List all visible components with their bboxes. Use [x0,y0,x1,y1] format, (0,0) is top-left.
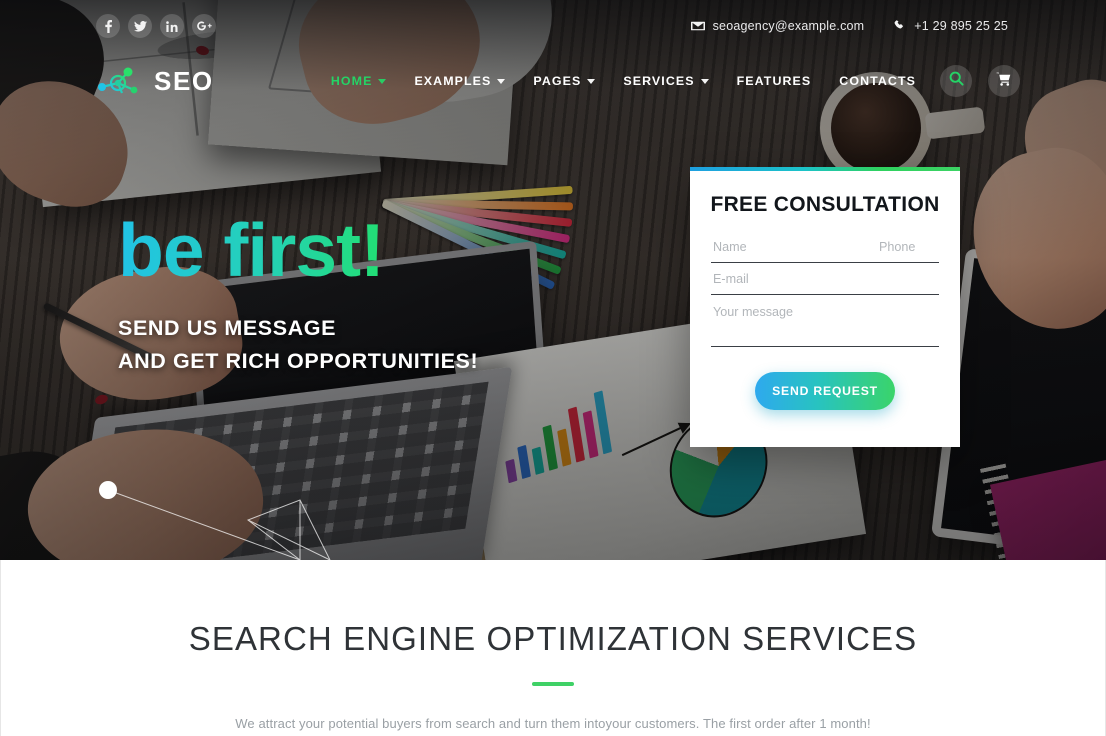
twitter-icon[interactable] [128,14,152,38]
search-button[interactable] [940,65,972,97]
googleplus-icon[interactable] [192,14,216,38]
email-input[interactable] [711,263,939,294]
nav-label: CONTACTS [839,74,916,88]
top-bar: seoagency@example.com +1 29 895 25 25 [0,0,1106,52]
phone-icon [894,20,906,32]
form-title: FREE CONSULTATION [710,193,940,216]
card-gradient-bar [690,167,960,171]
hero-copy: be first! SEND US MESSAGE AND GET RICH O… [118,213,478,374]
name-input[interactable] [711,231,877,262]
name-phone-row [711,231,1043,263]
phone-input[interactable] [877,231,1043,262]
brand-logo[interactable]: SEO [96,64,214,98]
nav-label: HOME [330,74,373,88]
nav-item-services[interactable]: SERVICES [609,74,722,88]
cart-button[interactable] [988,65,1020,97]
chevron-down-icon [587,78,596,84]
search-icon [949,71,964,91]
nav-item-features[interactable]: FEATURES [723,74,826,88]
phone-text: +1 29 895 25 25 [914,19,1008,33]
navigation-bar: SEO HOME EXAMPLES PAGES SERVICES FEATURE… [0,52,1106,110]
nav-item-home[interactable]: HOME [317,74,401,88]
linkedin-icon[interactable] [160,14,184,38]
envelope-icon [690,21,705,31]
submit-row: SEND REQUEST [711,372,939,410]
hero-section: seoagency@example.com +1 29 895 25 25 SE… [0,0,1106,560]
chevron-down-icon [497,78,506,84]
consultation-form: SEND REQUEST [690,217,1043,410]
shopping-cart-icon [996,72,1012,91]
nav-item-examples[interactable]: EXAMPLES [400,74,519,88]
message-input[interactable] [711,295,939,347]
chevron-down-icon [378,78,387,84]
hero-subline-1: SEND US MESSAGE [118,316,337,340]
seo-network-logo-icon [96,64,142,98]
services-section: SEARCH ENGINE OPTIMIZATION SERVICES We a… [0,560,1106,736]
email-contact[interactable]: seoagency@example.com [690,19,865,33]
nav-label: EXAMPLES [414,74,492,88]
contact-info: seoagency@example.com +1 29 895 25 25 [690,19,1008,33]
nav-item-pages[interactable]: PAGES [519,74,609,88]
services-title: SEARCH ENGINE OPTIMIZATION SERVICES [188,620,918,657]
brand-text: SEO [154,65,214,96]
services-subtitle: We attract your potential buyers from se… [235,716,871,731]
social-links [96,14,216,38]
section-divider [532,682,574,686]
chevron-down-icon [700,78,709,84]
page-edge-left [0,560,1,736]
nav-label: PAGES [533,74,582,88]
page-root: seoagency@example.com +1 29 895 25 25 SE… [0,0,1106,736]
facebook-icon[interactable] [96,14,120,38]
hero-headline: be first! [118,213,478,288]
email-row [711,263,939,295]
send-request-button[interactable]: SEND REQUEST [755,372,895,410]
hero-subline-2: AND GET RICH OPPORTUNITIES! [118,349,479,373]
nav-item-contacts[interactable]: CONTACTS [825,74,930,88]
email-text: seoagency@example.com [712,19,865,33]
nav-label: SERVICES [623,74,695,88]
main-menu: HOME EXAMPLES PAGES SERVICES FEATURES CO… [317,65,1020,97]
phone-contact[interactable]: +1 29 895 25 25 [894,19,1008,33]
nav-label: FEATURES [736,74,812,88]
consultation-form-card: FREE CONSULTATION SEND REQUEST [690,167,1043,447]
